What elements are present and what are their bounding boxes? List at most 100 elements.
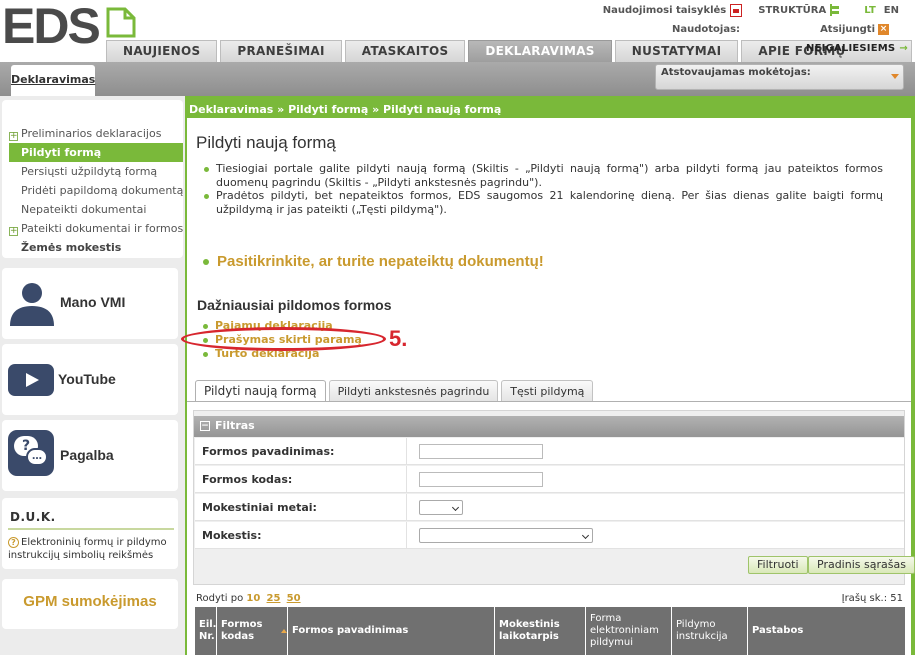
- frequent-forms-title: Dažniausiai pildomos formos: [197, 297, 392, 313]
- logo-text: EDS: [2, 0, 101, 54]
- reset-list-button[interactable]: Pradinis sąrašas: [808, 556, 915, 574]
- intro-list: Tiesiogiai portale galite pildyti naują …: [203, 162, 883, 216]
- table-header: Eil. Nr. Formos kodas Formos pavadinimas…: [195, 607, 905, 655]
- promo-help[interactable]: ? … Pagalba: [2, 420, 178, 491]
- sidebar-item-submitted[interactable]: + Pateikti dokumentai ir formos: [2, 219, 183, 238]
- check-docs-link[interactable]: Pasitikrinkite, ar turite nepateiktų dok…: [203, 253, 544, 270]
- promo-mano-vmi[interactable]: Mano VMI: [2, 268, 178, 339]
- sidebar-item-unsubmitted[interactable]: Nepateikti dokumentai: [2, 200, 183, 219]
- annotation-ellipse: [181, 327, 386, 351]
- arrow-right-icon: →: [899, 43, 908, 54]
- col-form-code[interactable]: Formos kodas: [217, 607, 288, 655]
- col-form-name[interactable]: Formos pavadinimas: [288, 607, 495, 655]
- nav-tab-declaring[interactable]: DEKLARAVIMAS: [468, 40, 612, 62]
- left-column: + Preliminarios deklaracijos Pildyti form…: [0, 96, 185, 655]
- chevron-down-icon: [891, 74, 899, 79]
- form-code-label: Formos kodas:: [195, 466, 407, 493]
- form-name-input[interactable]: [419, 444, 543, 459]
- question-icon: ?: [8, 537, 19, 548]
- bullet: [203, 258, 209, 265]
- col-number: Eil. Nr.: [195, 607, 217, 655]
- logo-leaf-icon: [106, 7, 136, 38]
- tax-year-select[interactable]: [419, 500, 463, 515]
- lang-lt[interactable]: LT: [864, 5, 876, 16]
- page-size-25[interactable]: 25: [267, 593, 281, 604]
- payer-select[interactable]: Atstovaujamas mokėtojas:: [655, 64, 904, 90]
- tab-based-on-previous[interactable]: Pildyti ankstesnės pagrindu: [328, 380, 499, 402]
- form-tabs: Pildyti naują formą Pildyti ankstesnės p…: [195, 380, 596, 402]
- side-menu: + Preliminarios deklaracijos Pildyti form…: [2, 100, 183, 258]
- filter-header[interactable]: − Filtras: [194, 416, 904, 437]
- breadcrumb: Deklaravimas » Pildyti formą » Pildyti n…: [189, 103, 502, 116]
- tax-year-label: Mokestiniai metai:: [195, 494, 407, 521]
- filter-row: Mokestis:: [195, 522, 904, 549]
- logout-link[interactable]: Atsijungti ×: [820, 24, 889, 35]
- promo-youtube-label: YouTube: [58, 371, 116, 387]
- rules-link[interactable]: Naudojimosi taisyklės: [603, 3, 743, 17]
- annotation-number: 5.: [389, 326, 408, 351]
- chevron-down-icon: [581, 531, 590, 540]
- sub-tab-declaring[interactable]: Deklaravimas: [11, 65, 95, 96]
- close-icon: ×: [878, 24, 889, 35]
- sidebar-item-send-form[interactable]: Persiųsti užpildytą formą: [2, 162, 183, 181]
- intro-item: Tiesiogiai portale galite pildyti naują …: [203, 162, 883, 189]
- tab-new-form[interactable]: Pildyti naują formą: [195, 380, 326, 402]
- filter-row: Mokestiniai metai:: [195, 494, 904, 521]
- utility-links: Naudojimosi taisyklės STRUKTŪRA LT EN: [603, 2, 915, 18]
- divider: [8, 528, 174, 530]
- faq-link[interactable]: ? Elektroninių formų ir pildymo instrukci…: [8, 536, 176, 562]
- play-icon: [8, 364, 54, 396]
- gpm-label: GPM sumokėjimas: [23, 593, 157, 610]
- sidebar-item-fill-form[interactable]: Pildyti formą: [9, 143, 183, 162]
- sidebar-item-preliminary[interactable]: + Preliminarios deklaracijos: [2, 124, 183, 143]
- page-size-50[interactable]: 50: [287, 593, 301, 604]
- nav-tab-reports[interactable]: ATASKAITOS: [344, 40, 466, 62]
- expand-icon: +: [9, 226, 18, 236]
- person-icon: [10, 283, 54, 326]
- form-code-input[interactable]: [419, 472, 543, 487]
- promo-help-label: Pagalba: [60, 447, 114, 463]
- promo-youtube[interactable]: YouTube: [2, 344, 178, 415]
- page-title: Pildyti naują formą: [196, 133, 336, 152]
- language-switch: LT EN: [856, 5, 899, 16]
- col-tax-period[interactable]: Mokestinis laikotarpis: [495, 607, 586, 655]
- payer-label: Atstovaujamas mokėtojas:: [661, 67, 811, 78]
- structure-link[interactable]: STRUKTŪRA: [758, 4, 840, 16]
- collapse-icon: −: [200, 420, 210, 431]
- faq-title: D.U.K.: [10, 510, 56, 524]
- form-name-label: Formos pavadinimas:: [195, 438, 407, 465]
- tax-select[interactable]: [419, 528, 593, 543]
- sort-icon: [281, 629, 287, 633]
- expand-icon: +: [9, 131, 18, 141]
- promo-vmi-label: Mano VMI: [60, 294, 126, 310]
- main-nav: NAUJIENOS PRANEŠIMAI ATASKAITOS DEKLARAV…: [106, 38, 915, 79]
- filter-row: Formos kodas:: [195, 466, 904, 493]
- filter-button[interactable]: Filtruoti: [748, 556, 808, 574]
- sidebar-item-land-tax[interactable]: Žemės mokestis: [2, 238, 183, 257]
- sidebar-item-add-document[interactable]: Pridėti papildomą dokumentą: [2, 181, 183, 200]
- record-count: Įrašų sk.: 51: [841, 593, 903, 604]
- filter-row: Formos pavadinimas:: [195, 438, 904, 465]
- help-icon: ? …: [8, 430, 54, 476]
- structure-icon: [830, 4, 840, 16]
- promo-gpm[interactable]: GPM sumokėjimas: [2, 579, 178, 629]
- faq-box: D.U.K. ? Elektroninių formų ir pildymo in…: [2, 498, 178, 569]
- eds-logo[interactable]: EDS: [2, 0, 101, 54]
- lang-en[interactable]: EN: [884, 5, 899, 16]
- nav-tab-news[interactable]: NAUJIENOS: [106, 40, 218, 62]
- nav-tab-messages[interactable]: PRANEŠIMAI: [220, 40, 342, 62]
- accessibility-link[interactable]: NEĮGALIESIEMS →: [806, 43, 908, 54]
- col-instructions: Pildymo instrukcija: [672, 607, 748, 655]
- tax-label: Mokestis:: [195, 522, 407, 549]
- user-label: Naudotojas:: [672, 24, 741, 35]
- header: EDS Naudojimosi taisyklės STRUKTŪRA LT E…: [0, 0, 915, 79]
- nav-tab-settings[interactable]: NUSTATYMAI: [614, 40, 739, 62]
- page-size-10[interactable]: 10: [246, 593, 260, 604]
- intro-item: Pradėtos pildyti, bet nepateiktos formos…: [203, 189, 883, 216]
- col-electronic-form: Forma elektroniniam pildymui: [586, 607, 672, 655]
- divider: [187, 401, 911, 402]
- pdf-icon: [730, 3, 743, 17]
- tab-continue[interactable]: Tęsti pildymą: [501, 380, 594, 402]
- col-notes: Pastabos: [752, 625, 804, 636]
- chevron-down-icon: [451, 503, 460, 512]
